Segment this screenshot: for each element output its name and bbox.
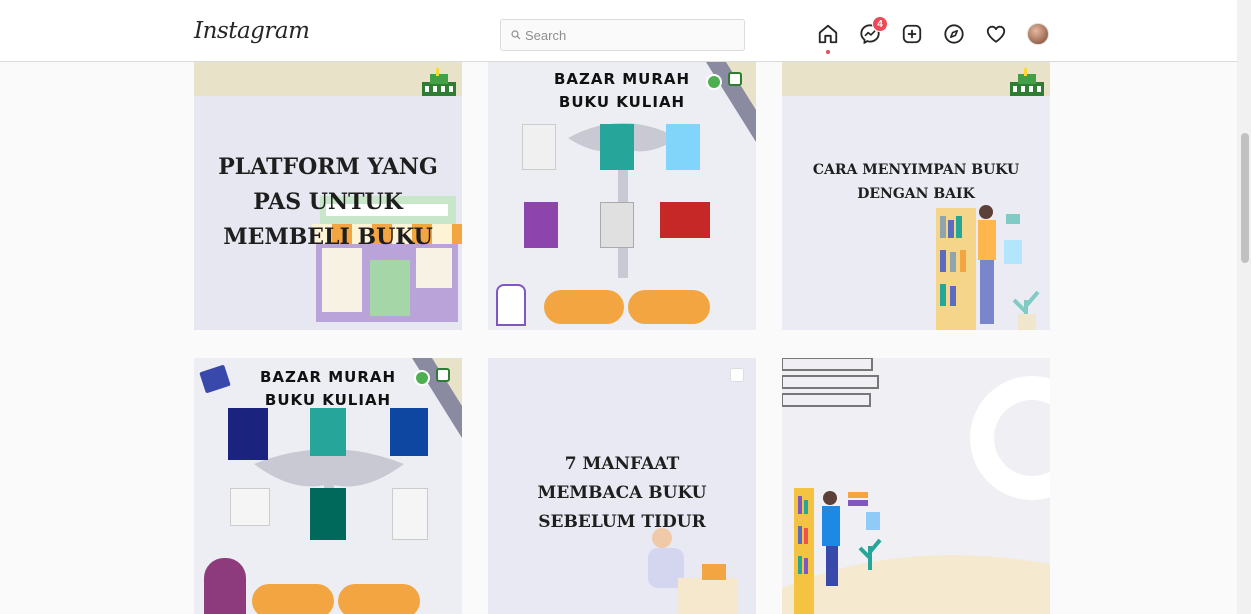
new-post-icon: [902, 24, 922, 44]
messenger-button[interactable]: 4: [858, 16, 888, 46]
bazar-title: BAZAR MURAH BUKU KULIAH: [194, 366, 462, 412]
instagram-logo[interactable]: Instagram: [194, 18, 310, 44]
title-line: BAZAR MURAH: [259, 368, 397, 386]
caption-line: MEMBELI BUKU: [223, 224, 433, 250]
top-navigation-bar: Instagram 4: [0, 0, 1251, 62]
chat-icon: [730, 368, 744, 382]
building-icon: [422, 68, 456, 96]
post-cara-menyimpan-buku[interactable]: CARA MENYIMPAN BUKU DENGAN BAIK: [782, 62, 1050, 330]
free-shipping-banner: [544, 290, 624, 324]
scrollbar-track[interactable]: [1237, 0, 1251, 614]
caption-line: MEMBACA BUKU: [537, 483, 707, 503]
book-cover: [310, 408, 346, 456]
book-cover: [666, 124, 700, 170]
doctor-illustration: [496, 284, 526, 326]
stacked-books-illustration: [782, 358, 1050, 614]
reading-person-illustration: [648, 528, 738, 614]
home-icon: [818, 24, 838, 44]
nav-icons: 4: [816, 16, 1050, 54]
book-cover: [228, 408, 268, 460]
book-cover: [392, 488, 428, 540]
caption-line: 7 MANFAAT: [564, 454, 680, 474]
caption-line: PAS UNTUK: [253, 189, 403, 215]
home-button[interactable]: [816, 22, 840, 54]
building-icon: [1010, 68, 1044, 96]
post-caption-text: PLATFORM YANG PAS UNTUK MEMBELI BUKU: [194, 150, 462, 255]
title-line: BUKU KULIAH: [558, 93, 686, 111]
post-platform-membeli-buku[interactable]: PLATFORM YANG PAS UNTUK MEMBELI BUKU: [194, 62, 462, 330]
caption-line: PLATFORM YANG: [218, 154, 438, 180]
search-input[interactable]: [525, 27, 725, 43]
explore-icon: [944, 24, 964, 44]
book-cover: [660, 202, 710, 238]
book-cover: [524, 202, 558, 248]
profile-button[interactable]: [1026, 22, 1050, 46]
book-cover: [522, 124, 556, 170]
search-box[interactable]: [500, 19, 745, 51]
messages-badge: 4: [872, 16, 888, 32]
bookshelf-illustration: [936, 205, 1040, 330]
reader-illustration: [204, 558, 246, 614]
activity-button[interactable]: [984, 22, 1008, 46]
contact-info-banner: [338, 584, 420, 614]
home-active-dot: [826, 50, 830, 54]
bazar-title: BAZAR MURAH BUKU KULIAH: [488, 68, 756, 114]
book-cover: [310, 488, 346, 540]
contact-info-banner: [628, 290, 710, 324]
book-cover: [230, 488, 270, 526]
profile-avatar: [1027, 23, 1049, 45]
post-bookshelf-illustration[interactable]: [782, 358, 1050, 614]
scrollbar-thumb[interactable]: [1241, 133, 1249, 263]
post-bazar-murah-2[interactable]: BAZAR MURAH BUKU KULIAH: [194, 358, 462, 614]
explore-button[interactable]: [942, 22, 966, 46]
new-post-button[interactable]: [900, 22, 924, 46]
caption-line: CARA MENYIMPAN BUKU: [812, 162, 1020, 178]
free-shipping-banner: [252, 584, 334, 614]
book-cover: [600, 124, 634, 170]
post-7-manfaat-membaca[interactable]: 7 MANFAAT MEMBACA BUKU SEBELUM TIDUR: [488, 358, 756, 614]
book-cover: [390, 408, 428, 456]
title-line: BAZAR MURAH: [553, 70, 691, 88]
heart-icon: [986, 25, 1006, 43]
book-cover: [600, 202, 634, 248]
search-icon: [511, 30, 521, 40]
post-bazar-murah-1[interactable]: BAZAR MURAH BUKU KULIAH: [488, 62, 756, 330]
